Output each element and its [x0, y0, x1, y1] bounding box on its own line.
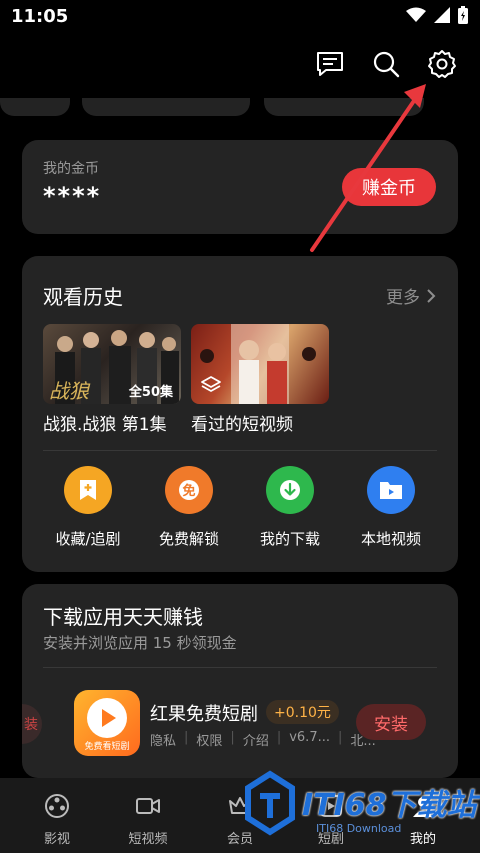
settings-button[interactable]	[426, 48, 458, 80]
quick-action-label: 我的下载	[259, 530, 320, 548]
play-icon	[87, 698, 127, 738]
history-item-title[interactable]: 战狼.战狼 第1集	[43, 410, 167, 435]
gear-icon	[428, 50, 456, 78]
status-bar: 11:05	[0, 0, 480, 32]
quick-action-local-videos[interactable]: 本地视频	[341, 466, 441, 549]
top-actions	[314, 48, 458, 80]
peek-cards	[0, 98, 480, 118]
app-icon-caption: 免费看短剧	[84, 742, 130, 752]
earn-money-card: 下载应用天天赚钱 安装并浏览应用 15 秒领现金 装 免费看短剧 红果免费短剧 …	[22, 584, 458, 778]
folder-icon	[367, 466, 415, 514]
battery-icon	[458, 6, 468, 24]
coins-value: ****	[43, 182, 102, 210]
quick-action-free-unlock[interactable]: 免 免费解锁	[139, 466, 239, 549]
messages-button[interactable]	[314, 48, 346, 80]
watch-history-card: 观看历史 更多 战狼 全50集 战狼.战狼 第1集 看过的短视频 收藏/追剧 免…	[22, 256, 458, 572]
status-icons	[406, 6, 468, 24]
quick-action-label: 免费解锁	[158, 530, 219, 548]
bookmark-icon	[64, 466, 112, 514]
peek-card	[264, 98, 424, 116]
earn-subtitle: 安装并浏览应用 15 秒领现金	[43, 634, 237, 652]
free-unlock-icon: 免	[165, 466, 213, 514]
search-icon	[373, 51, 400, 78]
quick-action-downloads[interactable]: 我的下载	[240, 466, 340, 549]
history-thumbnail[interactable]: 战狼 全50集	[43, 324, 181, 404]
permissions-link[interactable]: 权限	[196, 730, 222, 749]
chevron-right-icon	[427, 288, 436, 303]
download-icon	[266, 466, 314, 514]
peek-card	[82, 98, 250, 116]
app-name[interactable]: 红果免费短剧	[150, 700, 258, 726]
watermark-text: ITI68下载站	[302, 788, 477, 823]
quick-action-favorites[interactable]: 收藏/追剧	[38, 466, 138, 549]
install-button[interactable]: 安装	[356, 704, 426, 740]
message-icon	[317, 52, 343, 76]
nav-label: 短视频	[128, 832, 168, 847]
history-thumbnail[interactable]	[191, 324, 329, 404]
quick-action-label: 本地视频	[360, 530, 421, 548]
divider	[43, 450, 437, 451]
watermark-logo	[245, 770, 295, 836]
peek-card	[0, 98, 70, 116]
status-time: 11:05	[11, 6, 69, 27]
svg-text:免: 免	[182, 483, 195, 499]
nav-item-short-video[interactable]: 短视频	[113, 792, 183, 847]
app-meta: 隐私 | 权限 | 介绍 | v6.7... | 北...	[150, 730, 376, 749]
prev-app-install-peek[interactable]: 装	[22, 704, 42, 744]
watermark-subtext: ITI68 Download	[316, 822, 402, 835]
divider	[43, 667, 437, 668]
coins-card[interactable]: 我的金币 **** 赚金币	[22, 140, 458, 234]
intro-link[interactable]: 介绍	[243, 730, 269, 749]
history-item-title[interactable]: 看过的短视频	[191, 410, 293, 435]
more-label: 更多	[386, 288, 420, 308]
svg-text:战狼: 战狼	[49, 379, 91, 403]
coins-label: 我的金币	[43, 161, 99, 177]
reward-badge: +0.10元	[266, 700, 339, 724]
nav-item-movies[interactable]: 影视	[22, 792, 92, 847]
history-title: 观看历史	[43, 285, 123, 309]
search-button[interactable]	[370, 48, 402, 80]
app-icon[interactable]: 免费看短剧	[74, 690, 140, 756]
wifi-icon	[406, 7, 426, 22]
video-camera-icon	[136, 798, 160, 814]
quick-action-label: 收藏/追剧	[55, 530, 121, 548]
privacy-link[interactable]: 隐私	[150, 730, 176, 749]
history-more-link[interactable]: 更多	[386, 283, 436, 308]
watermark: ITI68下载站 ITI68 Download	[240, 760, 480, 850]
signal-icon	[434, 7, 450, 23]
film-reel-icon	[45, 794, 69, 818]
earn-coins-button[interactable]: 赚金币	[342, 168, 436, 206]
episode-count: 全50集	[128, 385, 173, 400]
nav-label: 影视	[43, 832, 70, 847]
app-version: v6.7...	[289, 730, 330, 745]
layers-icon	[201, 376, 221, 392]
earn-title: 下载应用天天赚钱	[43, 605, 203, 629]
